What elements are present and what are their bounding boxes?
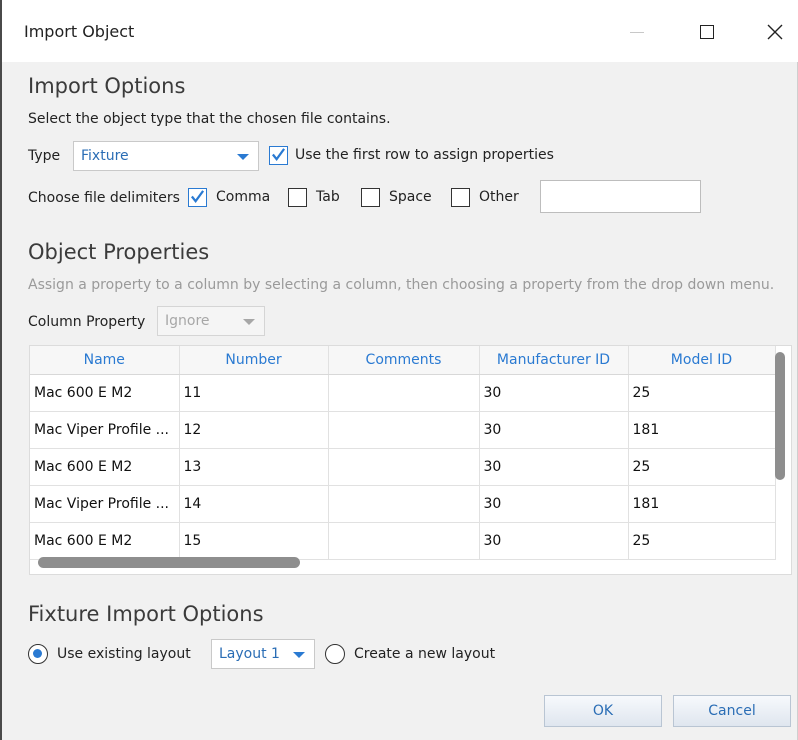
table-cell: Mac 600 E M2 xyxy=(30,448,180,486)
table-cell: 11 xyxy=(179,374,329,412)
properties-table: Name Number Comments Manufacturer ID Mod… xyxy=(30,346,776,560)
properties-grid[interactable]: Name Number Comments Manufacturer ID Mod… xyxy=(29,345,792,575)
checkmark-icon xyxy=(190,190,205,204)
table-cell: 30 xyxy=(479,374,629,412)
table-cell: 25 xyxy=(628,448,776,486)
chevron-down-icon xyxy=(293,652,305,658)
chevron-down-icon xyxy=(237,154,249,160)
table-cell: 25 xyxy=(628,374,776,412)
column-header-name[interactable]: Name xyxy=(30,346,180,375)
column-header-manufacturer-id[interactable]: Manufacturer ID xyxy=(479,346,629,375)
column-property-value: Ignore xyxy=(165,313,210,329)
space-label: Space xyxy=(389,189,432,205)
table-cell: Mac Viper Profile ... xyxy=(30,411,180,449)
maximize-icon xyxy=(700,25,714,39)
tab-label: Tab xyxy=(316,189,340,205)
first-row-checkbox[interactable] xyxy=(269,146,288,165)
close-button[interactable] xyxy=(752,14,798,50)
table-cell: Mac 600 E M2 xyxy=(30,374,180,412)
column-header-number[interactable]: Number xyxy=(179,346,329,375)
comma-label: Comma xyxy=(216,189,271,205)
type-dropdown-value: Fixture xyxy=(81,148,129,164)
cancel-button[interactable]: Cancel xyxy=(673,695,791,727)
object-properties-hint: Assign a property to a column by selecti… xyxy=(28,277,775,293)
close-icon xyxy=(767,24,783,40)
other-delimiter-field[interactable] xyxy=(540,180,701,213)
import-object-dialog: Import Object Import Options Select the … xyxy=(0,0,798,740)
comma-checkbox[interactable] xyxy=(188,188,207,207)
delimiters-label: Choose file delimiters xyxy=(28,190,180,206)
chevron-down-icon xyxy=(243,319,255,325)
create-new-layout-label: Create a new layout xyxy=(354,646,496,662)
title-bar[interactable]: Import Object xyxy=(2,0,798,62)
horizontal-scrollbar[interactable] xyxy=(38,557,300,568)
table-header-row: Name Number Comments Manufacturer ID Mod… xyxy=(30,346,776,375)
tab-checkbox[interactable] xyxy=(288,188,307,207)
import-options-hint: Select the object type that the chosen f… xyxy=(28,111,391,127)
column-header-model-id[interactable]: Model ID xyxy=(628,346,776,375)
cancel-button-label: Cancel xyxy=(708,703,756,719)
table-cell xyxy=(328,448,480,486)
minimize-icon xyxy=(630,31,644,33)
ok-button[interactable]: OK xyxy=(544,695,662,727)
create-new-layout-radio[interactable] xyxy=(325,644,345,664)
type-dropdown[interactable]: Fixture xyxy=(73,141,259,171)
layout-dropdown[interactable]: Layout 1 xyxy=(211,639,315,669)
minimize-button[interactable] xyxy=(614,14,660,50)
object-properties-heading: Object Properties xyxy=(28,240,210,264)
layout-dropdown-value: Layout 1 xyxy=(219,646,280,662)
table-row[interactable]: Mac 600 E M2 11 30 25 xyxy=(30,374,776,412)
table-cell: 12 xyxy=(179,411,329,449)
type-label: Type xyxy=(28,148,61,164)
table-row[interactable]: Mac 600 E M2 13 30 25 xyxy=(30,448,776,486)
table-cell xyxy=(328,522,480,560)
table-row[interactable]: Mac Viper Profile ... 12 30 181 xyxy=(30,411,776,449)
table-cell: 15 xyxy=(179,522,329,560)
import-options-heading: Import Options xyxy=(28,74,186,98)
other-label: Other xyxy=(479,189,519,205)
ok-button-label: OK xyxy=(592,703,614,719)
table-cell: 181 xyxy=(628,411,776,449)
vertical-scrollbar[interactable] xyxy=(775,352,785,480)
table-cell: 25 xyxy=(628,522,776,560)
table-row[interactable]: Mac Viper Profile ... 14 30 181 xyxy=(30,485,776,523)
table-cell: 181 xyxy=(628,485,776,523)
column-property-dropdown[interactable]: Ignore xyxy=(157,306,265,336)
table-cell xyxy=(328,411,480,449)
space-checkbox[interactable] xyxy=(361,188,380,207)
table-row[interactable]: Mac 600 E M2 15 30 25 xyxy=(30,522,776,560)
table-cell: Mac Viper Profile ... xyxy=(30,485,180,523)
table-cell: 30 xyxy=(479,411,629,449)
first-row-label: Use the first row to assign properties xyxy=(295,147,554,163)
use-existing-layout-label: Use existing layout xyxy=(57,646,191,662)
column-header-comments[interactable]: Comments xyxy=(328,346,480,375)
checkmark-icon xyxy=(271,148,286,162)
table-cell xyxy=(328,485,480,523)
use-existing-layout-radio[interactable] xyxy=(28,644,48,664)
table-cell: Mac 600 E M2 xyxy=(30,522,180,560)
other-checkbox[interactable] xyxy=(451,188,470,207)
window-title: Import Object xyxy=(24,22,135,41)
fixture-import-heading: Fixture Import Options xyxy=(28,602,264,626)
column-property-label: Column Property xyxy=(28,314,146,330)
table-cell: 14 xyxy=(179,485,329,523)
table-cell: 30 xyxy=(479,485,629,523)
table-cell: 30 xyxy=(479,448,629,486)
table-cell: 30 xyxy=(479,522,629,560)
table-cell: 13 xyxy=(179,448,329,486)
maximize-button[interactable] xyxy=(684,14,730,50)
table-cell xyxy=(328,374,480,412)
